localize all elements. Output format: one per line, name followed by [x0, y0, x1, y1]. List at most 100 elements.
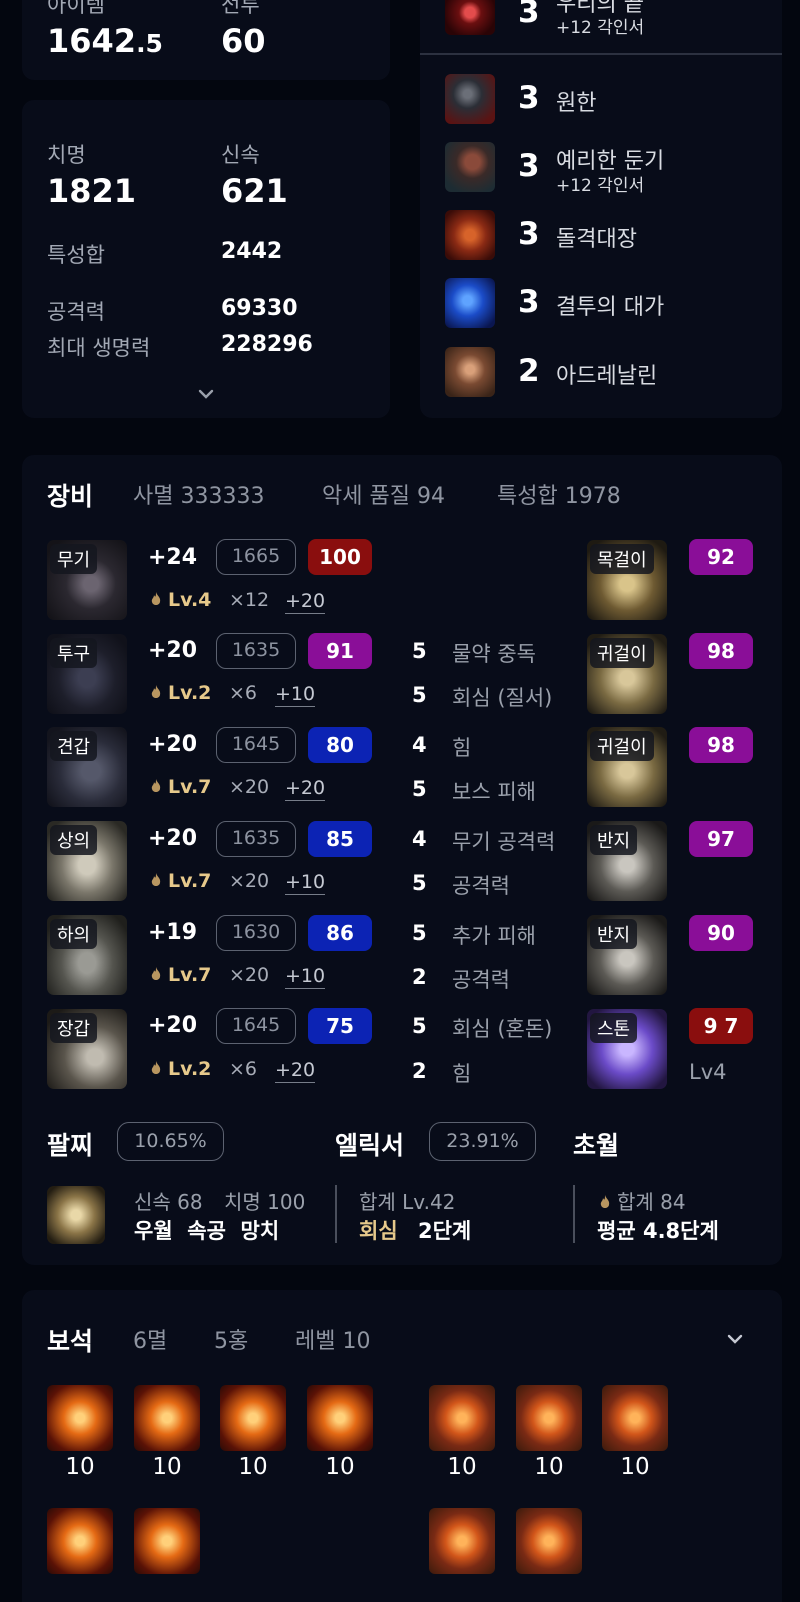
quality-badge: 90 — [689, 915, 753, 951]
item-level-badge: 1630 — [216, 915, 296, 951]
flame-icon — [151, 873, 161, 886]
tab-accessory-quality[interactable]: 악세 품질 94 — [322, 478, 445, 510]
gems-tab-crimson[interactable]: 5홍 — [214, 1323, 248, 1355]
crimson-gem-icon[interactable] — [516, 1385, 582, 1451]
bracelet-stat-swift: 신속 68 — [134, 1190, 203, 1214]
bracelet-effects: 우월 속공 망치 — [134, 1219, 280, 1243]
shoulder-item[interactable]: 견갑 — [47, 727, 127, 807]
pants-item[interactable]: 하의 — [47, 915, 127, 995]
tab-stat-sum[interactable]: 특성합 1978 — [497, 478, 621, 510]
gems-title: 보석 — [47, 1327, 94, 1356]
multiplier: ×20 — [229, 776, 270, 798]
blue-duel-icon — [445, 278, 495, 328]
engraving-name: 결투의 대가 — [556, 295, 665, 320]
bracelet-title: 팔찌 — [47, 1131, 94, 1160]
quality-badge: 75 — [308, 1008, 372, 1044]
slot-label: 귀걸이 — [590, 731, 654, 761]
annihilation-gem-icon[interactable] — [307, 1385, 373, 1451]
annihilation-gem-icon[interactable] — [134, 1508, 200, 1574]
hp-value: 228296 — [221, 332, 313, 357]
helmet-item[interactable]: 투구 — [47, 634, 127, 714]
upgrade-level: +24 — [148, 545, 198, 570]
tab-set-effect[interactable]: 사멸 333333 — [133, 478, 264, 510]
gems-tab-level[interactable]: 레벨 10 — [295, 1323, 370, 1355]
elixir-title: 엘릭서 — [335, 1131, 405, 1160]
item-level-badge: 1635 — [216, 633, 296, 669]
earring-item[interactable]: 귀걸이 — [587, 727, 667, 807]
swift-label: 신속 — [221, 143, 260, 167]
slot-label: 무기 — [50, 544, 98, 574]
crimson-gem-icon[interactable] — [429, 1385, 495, 1451]
gem-level: 10 — [534, 1454, 564, 1480]
transcend-avg: 평균 4.8단계 — [597, 1219, 719, 1243]
annihilation-gem-icon[interactable] — [220, 1385, 286, 1451]
ability-level: 5 — [412, 777, 427, 801]
ring-item[interactable]: 반지 — [587, 915, 667, 995]
item-level-badge: 1645 — [216, 1008, 296, 1044]
expand-gems-button[interactable] — [724, 1328, 746, 1350]
tier-level: Lv.7 — [148, 870, 211, 892]
gems-tab-annihilation[interactable]: 6멸 — [133, 1323, 167, 1355]
gloves-item[interactable]: 장갑 — [47, 1009, 127, 1089]
engraving-name: 원한 — [556, 91, 597, 116]
engraving-book: +12 각인서 — [556, 176, 645, 196]
flame-icon — [151, 592, 161, 605]
ability-level: 2 — [412, 1059, 427, 1083]
annihilation-gem-icon[interactable] — [47, 1508, 113, 1574]
advanced-upgrade: +10 — [285, 871, 326, 895]
necklace-item[interactable]: 목걸이 — [587, 540, 667, 620]
ability-level: 5 — [412, 871, 427, 895]
elixir-effect: 회심 — [359, 1219, 398, 1243]
ability-level: 5 — [412, 921, 427, 945]
quality-badge: 92 — [689, 539, 753, 575]
annihilation-gem-icon[interactable] — [47, 1385, 113, 1451]
crimson-gem-icon[interactable] — [429, 1508, 495, 1574]
gem-level: 10 — [620, 1454, 650, 1480]
stone-item[interactable]: 스톤 — [587, 1009, 667, 1089]
ability-level: 4 — [412, 733, 427, 757]
slot-label: 목걸이 — [590, 544, 654, 574]
stat-sum-label: 특성합 — [47, 243, 105, 267]
elixir-percent: 23.91% — [429, 1122, 536, 1161]
item-level-badge: 1645 — [216, 727, 296, 763]
annihilation-gem-icon[interactable] — [134, 1385, 200, 1451]
multiplier: ×12 — [229, 589, 270, 611]
tier-level: Lv.7 — [148, 964, 211, 986]
attack-label: 공격력 — [47, 300, 105, 324]
beast-head-icon — [445, 74, 495, 124]
earring-item[interactable]: 귀걸이 — [587, 634, 667, 714]
slot-label: 반지 — [590, 919, 638, 949]
chest-item[interactable]: 상의 — [47, 821, 127, 901]
equipment-title: 장비 — [47, 482, 94, 511]
item-level-badge: 1665 — [216, 539, 296, 575]
weapon-item[interactable]: 무기 — [47, 540, 127, 620]
stone-level: Lv4 — [689, 1060, 727, 1084]
ability-name: 보스 피해 — [452, 780, 536, 804]
multiplier: ×20 — [229, 870, 270, 892]
upgrade-level: +20 — [148, 1013, 198, 1038]
quality-badge: 91 — [308, 633, 372, 669]
ability-level: 5 — [412, 1014, 427, 1038]
multiplier: ×20 — [229, 964, 270, 986]
crimson-gem-icon[interactable] — [516, 1508, 582, 1574]
ring-item[interactable]: 반지 — [587, 821, 667, 901]
tier-level: Lv.2 — [148, 1058, 211, 1080]
item-level-badge: 1635 — [216, 821, 296, 857]
ability-name: 회심 (질서) — [452, 686, 553, 710]
chevron-down-icon — [727, 1334, 743, 1344]
slot-label: 스톤 — [590, 1013, 638, 1043]
slot-label: 투구 — [50, 638, 98, 668]
flame-icon — [151, 685, 161, 698]
ability-name: 힘 — [452, 736, 472, 760]
ability-name: 무기 공격력 — [452, 830, 556, 854]
bracelet-item[interactable] — [47, 1186, 105, 1244]
upgrade-level: +20 — [148, 638, 198, 663]
spiked-mace-icon — [445, 142, 495, 192]
engraving-level: 3 — [518, 148, 540, 184]
crimson-gem-icon[interactable] — [602, 1385, 668, 1451]
attack-value: 69330 — [221, 296, 298, 321]
expand-stats-button[interactable] — [196, 384, 216, 404]
ability-level: 5 — [412, 683, 427, 707]
charging-warriors-icon — [445, 210, 495, 260]
ability-level: 5 — [412, 639, 427, 663]
